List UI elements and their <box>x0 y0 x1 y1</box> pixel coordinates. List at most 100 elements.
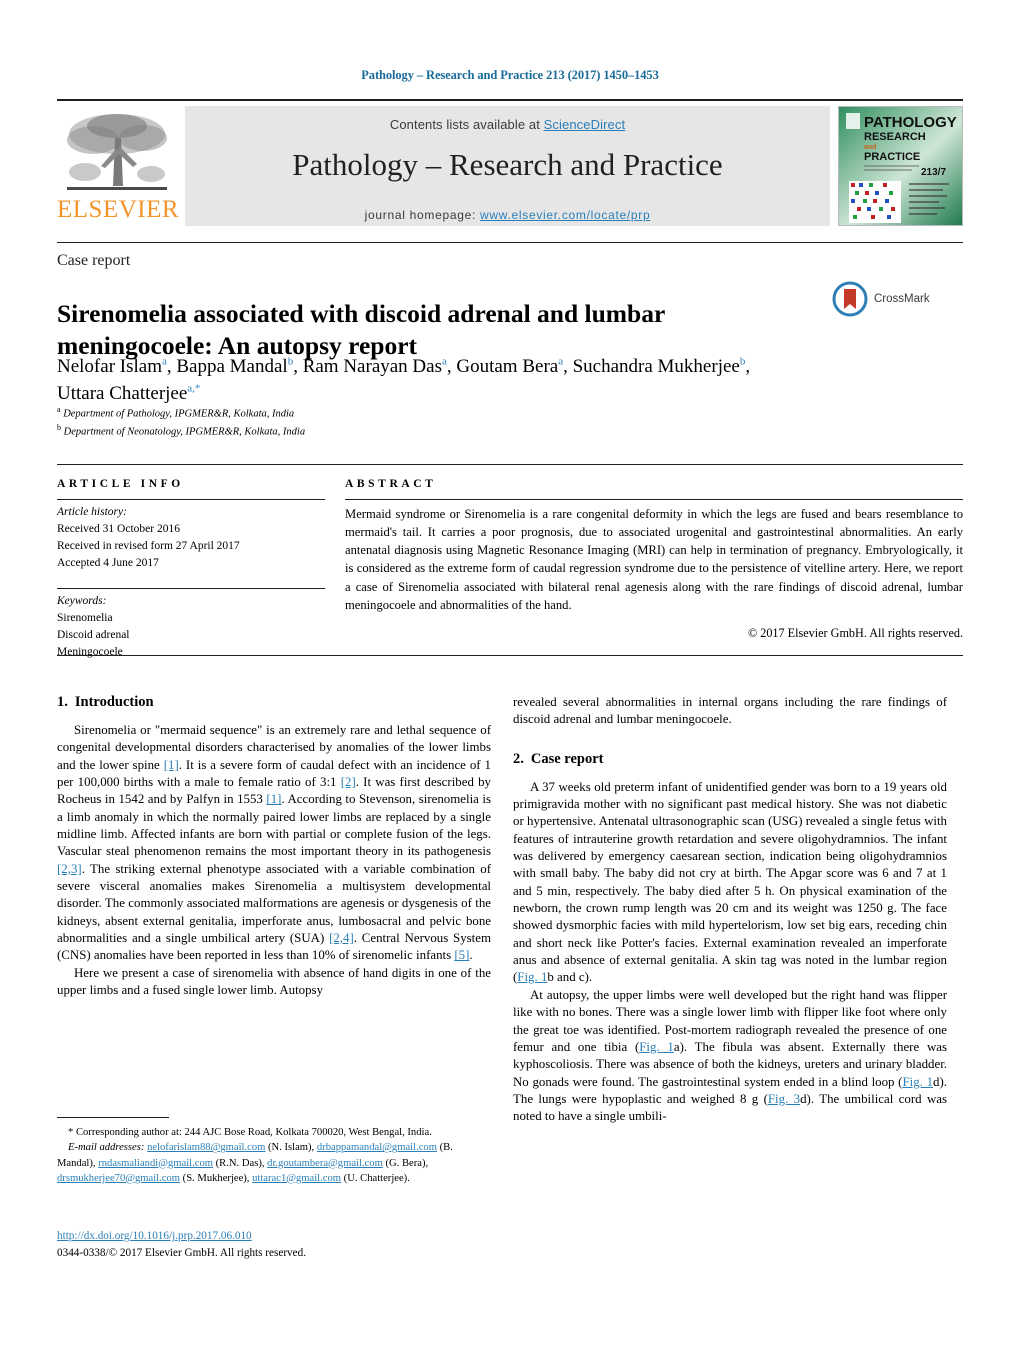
article-type-label: Case report <box>57 252 131 269</box>
history-item: Received in revised form 27 April 2017 <box>57 540 240 553</box>
doi-block: http://dx.doi.org/10.1016/j.prp.2017.06.… <box>57 1228 491 1262</box>
affiliation-mark: a <box>57 405 61 414</box>
author-name: Goutam Bera <box>456 356 559 377</box>
heading-number: 2. <box>513 750 524 767</box>
doi-link[interactable]: http://dx.doi.org/10.1016/j.prp.2017.06.… <box>57 1230 252 1242</box>
running-head: Pathology – Research and Practice 213 (2… <box>361 68 659 82</box>
citation-ref[interactable]: [2,4] <box>329 931 354 945</box>
email-link[interactable]: drbappamandal@gmail.com <box>317 1142 437 1153</box>
sciencedirect-link[interactable]: ScienceDirect <box>544 117 626 132</box>
homepage-line: journal homepage: www.elsevier.com/locat… <box>185 208 830 222</box>
footnote-text: * Corresponding author at: 244 AJC Bose … <box>57 1125 491 1186</box>
elsevier-tree-icon <box>67 114 167 190</box>
citation-ref[interactable]: [2] <box>341 775 356 789</box>
email-link[interactable]: uttarac1@gmail.com <box>252 1173 341 1184</box>
footnote-rule <box>57 1117 169 1118</box>
info-heading-rule <box>57 499 325 500</box>
author-affiliation-mark: a,* <box>187 382 201 395</box>
svg-text:RESEARCH: RESEARCH <box>864 131 926 143</box>
keyword-item: Discoid adrenal <box>57 629 130 642</box>
banner-center: Contents lists available at ScienceDirec… <box>185 106 830 226</box>
crossmark-icon <box>832 281 868 317</box>
email-owner: (U. Chatterjee). <box>341 1172 410 1184</box>
issn-copyright-line: 0344-0338/© 2017 Elsevier GmbH. All righ… <box>57 1246 306 1259</box>
email-lines: E-mail addresses: nelofarislam88@gmail.c… <box>57 1140 491 1186</box>
history-label: Article history: <box>57 506 127 518</box>
text-run: A 37 weeks old preterm infant of unident… <box>513 779 947 985</box>
elsevier-wordmark: ELSEVIER <box>57 196 180 223</box>
journal-title: Pathology – Research and Practice <box>292 147 723 182</box>
banner-top-rule <box>57 99 963 101</box>
email-link[interactable]: dr.goutambera@gmail.com <box>267 1158 383 1169</box>
abstract-column: ABSTRACT Mermaid syndrome or Sirenomelia… <box>345 478 963 641</box>
svg-text:213/7: 213/7 <box>921 167 946 178</box>
citation-ref[interactable]: [5] <box>454 948 469 962</box>
author-affiliation-mark: b <box>739 355 746 368</box>
journal-cover-thumbnail: PATHOLOGY RESEARCH and PRACTICE 213/7 <box>838 106 963 226</box>
abstract-heading-rule <box>345 499 963 500</box>
citation-ref[interactable]: [1] <box>266 792 281 806</box>
affiliation-item: b Department of Neonatology, IPGMER&R, K… <box>57 423 306 438</box>
svg-text:PRACTICE: PRACTICE <box>864 151 920 163</box>
elsevier-logo: ELSEVIER <box>57 106 180 226</box>
figure-ref[interactable]: Fig. 1 <box>517 970 547 984</box>
author-affiliation-mark: a <box>161 355 167 368</box>
figure-ref[interactable]: Fig. 3 <box>768 1092 800 1106</box>
homepage-label: journal homepage: <box>364 208 476 222</box>
body-column-left: 1. Introduction Sirenomelia or "mermaid s… <box>57 694 491 1000</box>
info-top-rule <box>57 464 963 465</box>
crossmark-label: CrossMark <box>874 293 930 305</box>
affiliation-list: a Department of Pathology, IPGMER&R, Kol… <box>57 404 657 441</box>
paragraph-intro-1: Sirenomelia or "mermaid sequence" is an … <box>57 722 491 965</box>
article-page: Pathology – Research and Practice 213 (2… <box>0 0 1020 1351</box>
abstract-text: Mermaid syndrome or Sirenomelia is a rar… <box>345 507 963 612</box>
email-owner: (G. Bera), <box>382 1157 429 1169</box>
figure-ref[interactable]: Fig. 1 <box>639 1040 674 1054</box>
svg-text:and: and <box>864 144 876 151</box>
contents-prefix: Contents lists available at <box>389 117 544 132</box>
history-item: Accepted 4 June 2017 <box>57 557 159 570</box>
heading-text: Introduction <box>74 694 154 710</box>
text-run: b and c). <box>547 970 593 985</box>
crossmark-badge[interactable]: CrossMark <box>832 278 950 320</box>
author-affiliation-mark: b <box>287 355 294 368</box>
info-bottom-rule <box>57 655 963 656</box>
email-link[interactable]: rndasmaliandi@gmail.com <box>98 1158 213 1169</box>
paragraph-case-2: At autopsy, the upper limbs were well de… <box>513 987 947 1126</box>
author-affiliation-mark: a <box>441 355 447 368</box>
keyword-item: Meningocoele <box>57 646 123 659</box>
svg-text:PATHOLOGY: PATHOLOGY <box>864 114 957 131</box>
email-link[interactable]: drsmukherjee70@gmail.com <box>57 1173 180 1184</box>
article-info-column: ARTICLE INFO Article history: Received 3… <box>57 478 325 661</box>
citation-ref[interactable]: [1] <box>164 758 179 772</box>
author-name: Nelofar Islam <box>57 356 162 377</box>
email-owner: (N. Islam), <box>265 1142 315 1154</box>
keywords-block: Keywords: Sirenomelia Discoid adrenal Me… <box>57 593 325 661</box>
author-name: Suchandra Mukherjee <box>572 356 740 377</box>
keywords-rule <box>57 588 325 590</box>
email-owner: (S. Mukherjee), <box>180 1172 250 1184</box>
homepage-url-link[interactable]: www.elsevier.com/locate/prp <box>480 208 650 222</box>
copyright-line: © 2017 Elsevier GmbH. All rights reserve… <box>747 626 963 641</box>
paragraph-intro-continued: revealed several abnormalities in intern… <box>513 695 947 727</box>
history-item: Received 31 October 2016 <box>57 523 180 536</box>
email-link[interactable]: nelofarislam88@gmail.com <box>147 1142 265 1153</box>
journal-banner: ELSEVIER Contents lists available at Sci… <box>57 99 963 226</box>
figure-ref[interactable]: Fig. 1 <box>902 1075 933 1089</box>
page-title: Sirenomelia associated with discoid adre… <box>57 299 665 361</box>
heading-case-report: 2. Case report <box>513 751 947 768</box>
paragraph-case-1: A 37 weeks old preterm infant of unident… <box>513 779 947 987</box>
article-history: Article history: Received 31 October 201… <box>57 504 325 572</box>
citation-ref[interactable]: [2,3] <box>57 862 82 876</box>
journal-cover-art: PATHOLOGY RESEARCH and PRACTICE 213/7 <box>839 107 962 225</box>
keywords-label: Keywords: <box>57 595 107 608</box>
author-name: Uttara Chatterjee <box>57 382 188 404</box>
corresponding-author-line: * Corresponding author at: 244 AJC Bose … <box>57 1125 491 1140</box>
keyword-item: Sirenomelia <box>57 612 113 625</box>
author-list: Nelofar Islama, Bappa Mandalb, Ram Naray… <box>57 355 751 404</box>
email-owner: (R.N. Das), <box>213 1157 265 1169</box>
affiliation-mark: b <box>57 423 61 433</box>
article-head-rule <box>57 242 963 243</box>
author-name: Ram Narayan Das <box>302 356 442 377</box>
body-column-right: revealed several abnormalities in intern… <box>513 694 947 1126</box>
